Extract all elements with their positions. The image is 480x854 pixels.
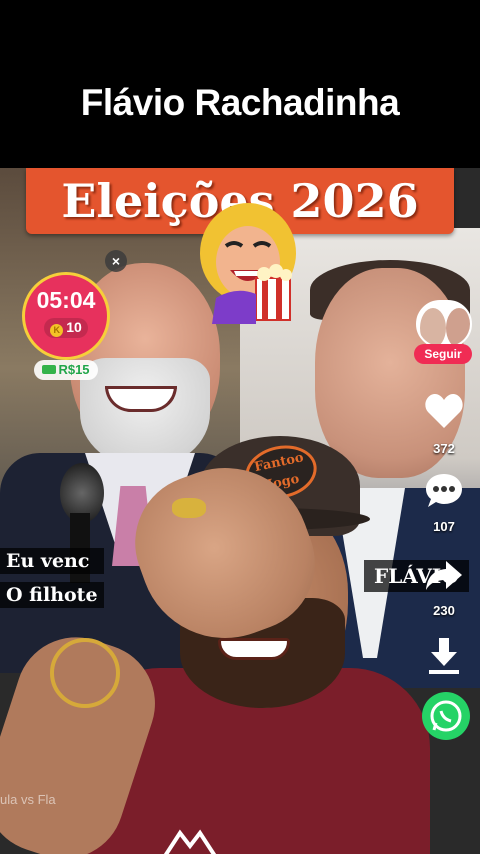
faded-bottom-text: ula vs Fla [0, 792, 56, 807]
left-person-beard [80, 358, 210, 468]
whatsapp-icon [430, 700, 462, 732]
avatar-face-b [446, 308, 470, 346]
video-title: Flávio Rachadinha [80, 82, 400, 123]
video-player[interactable]: Eleições 2026 × 05:04 K 10 R$15 Fantoo Jog… [0, 168, 480, 854]
coin-icon: K [50, 324, 64, 337]
left-caption: Eu venc O filhote [0, 548, 104, 616]
cartoon-popcorn-sticker [200, 203, 296, 324]
gold-ring [172, 498, 206, 518]
caption-line-2: O filhote [0, 582, 104, 608]
close-icon[interactable]: × [105, 250, 127, 272]
follow-button[interactable]: Seguir [414, 344, 472, 364]
download-icon [429, 638, 459, 674]
comment-count: 107 [433, 519, 455, 534]
reward-money-badge[interactable]: R$15 [34, 360, 98, 380]
share-icon [426, 561, 462, 590]
gold-bracelet [50, 638, 120, 708]
like-count: 372 [433, 441, 455, 456]
download-action[interactable] [412, 636, 476, 681]
creator-avatar[interactable] [416, 300, 472, 348]
share-action[interactable]: 230 [412, 558, 476, 618]
timer-countdown: 05:04 [36, 287, 96, 313]
comment-action[interactable]: 107 [412, 472, 476, 534]
reward-timer[interactable]: 05:04 K 10 [22, 272, 110, 360]
share-count: 230 [433, 603, 455, 618]
shirt-logo-icon [163, 829, 217, 854]
whatsapp-share-button[interactable] [422, 692, 470, 740]
comment-icon [426, 474, 462, 507]
caption-line-1: Eu venc [0, 548, 104, 574]
heart-icon [425, 394, 463, 428]
reward-amount: R$15 [58, 362, 90, 377]
coin-value: 10 [66, 319, 82, 335]
cash-icon [42, 365, 57, 374]
like-action[interactable]: 372 [412, 390, 476, 456]
avatar-face-a [420, 308, 446, 346]
man-mouth [218, 638, 290, 660]
coin-count: K 10 [44, 318, 88, 338]
